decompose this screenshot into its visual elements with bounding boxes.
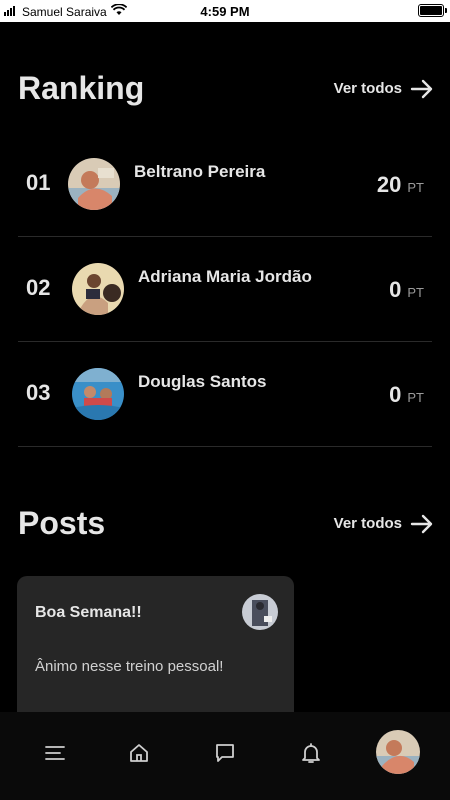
- player-score: 0 PT: [389, 277, 424, 303]
- arrow-right-icon: [410, 79, 433, 98]
- profile-avatar-button[interactable]: [376, 730, 420, 774]
- battery-icon: [418, 4, 447, 17]
- score-unit: PT: [407, 285, 424, 300]
- posts-see-all-button[interactable]: Ver todos: [334, 514, 434, 534]
- post-author-avatar: [242, 594, 278, 630]
- avatar: [68, 158, 120, 210]
- avatar: [72, 368, 124, 420]
- avatar: [72, 263, 124, 315]
- rank-position: 01: [26, 170, 51, 195]
- ranking-row[interactable]: 02 Adriana Maria Jordão 0 PT: [18, 237, 432, 342]
- posts-title: Posts: [18, 505, 106, 541]
- home-icon: [130, 744, 148, 762]
- score-unit: PT: [407, 390, 424, 405]
- ranking-see-all-button[interactable]: Ver todos: [334, 79, 434, 99]
- player-name: Douglas Santos: [138, 372, 267, 391]
- score-value: 0: [389, 382, 402, 407]
- post-title: Boa Semana!!: [35, 604, 142, 621]
- clock: 4:59 PM: [200, 4, 250, 19]
- score-value: 0: [389, 277, 402, 302]
- menu-icon: [45, 746, 65, 760]
- score-unit: PT: [407, 180, 424, 195]
- player-name: Adriana Maria Jordão: [138, 267, 312, 286]
- posts-header: Posts Ver todos: [18, 505, 434, 542]
- player-score: 20 PT: [377, 172, 424, 198]
- ranking-row[interactable]: 01 Beltrano Pereira 20 PT: [18, 132, 432, 237]
- ranking-list: 01 Beltrano Pereira 20 PT 02 Adriana Mar…: [18, 132, 432, 447]
- home-button[interactable]: [126, 740, 152, 766]
- ranking-header: Ranking Ver todos: [18, 70, 434, 107]
- bell-icon: [302, 743, 320, 763]
- ranking-row[interactable]: 03 Douglas Santos 0 PT: [18, 342, 432, 447]
- menu-button[interactable]: [42, 740, 68, 766]
- chat-icon: [216, 744, 234, 762]
- player-name: Beltrano Pereira: [134, 162, 266, 181]
- post-body: Ânimo nesse treino pessoal!: [35, 658, 224, 675]
- rank-position: 03: [26, 380, 51, 405]
- see-all-label: Ver todos: [333, 80, 402, 97]
- ranking-title: Ranking: [18, 70, 145, 106]
- see-all-label: Ver todos: [333, 515, 402, 532]
- post-card[interactable]: Boa Semana!! Ânimo nesse treino pessoal!: [17, 576, 294, 726]
- bottom-nav: [0, 712, 450, 800]
- arrow-right-icon: [410, 514, 433, 533]
- status-bar: Samuel Saraiva 4:59 PM: [0, 0, 450, 22]
- rank-position: 02: [26, 275, 51, 300]
- notifications-button[interactable]: [298, 740, 324, 766]
- score-value: 20: [376, 172, 402, 197]
- chat-button[interactable]: [212, 740, 238, 766]
- player-score: 0 PT: [389, 382, 424, 408]
- avatar: [376, 730, 420, 774]
